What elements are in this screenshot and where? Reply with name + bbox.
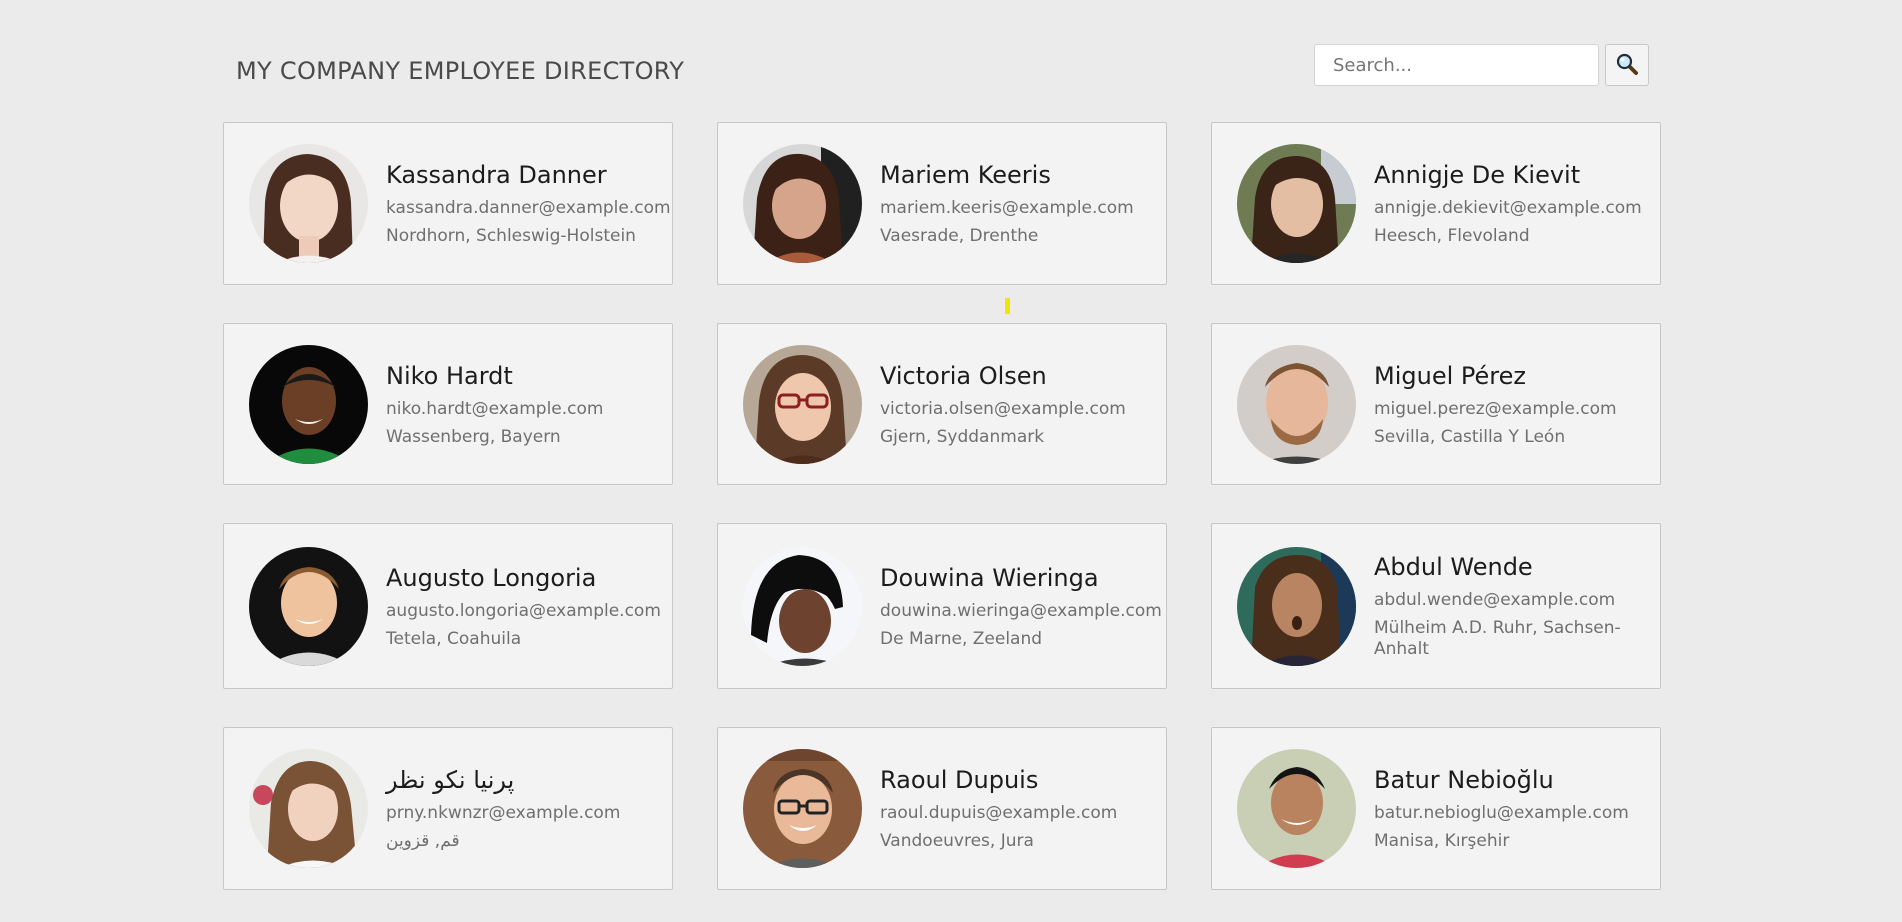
employee-card[interactable]: پرنیا نکو نظر prny.nkwnzr@example.com قم… bbox=[223, 727, 673, 890]
employee-card[interactable]: Niko Hardt niko.hardt@example.com Wassen… bbox=[223, 323, 673, 485]
employee-card[interactable]: Abdul Wende abdul.wende@example.com Mülh… bbox=[1211, 523, 1661, 689]
employee-email: prny.nkwnzr@example.com bbox=[386, 803, 621, 823]
employee-location: Vaesrade, Drenthe bbox=[880, 226, 1039, 246]
avatar bbox=[1237, 546, 1356, 666]
employee-card[interactable]: Kassandra Danner kassandra.danner@exampl… bbox=[223, 122, 673, 285]
employee-name: Kassandra Danner bbox=[386, 161, 607, 189]
page-title: MY COMPANY EMPLOYEE DIRECTORY bbox=[236, 57, 685, 85]
employee-location: Gjern, Syddanmark bbox=[880, 426, 1045, 447]
employee-name: Abdul Wende bbox=[1374, 553, 1533, 581]
employee-info: Annigje De Kievit annigje.dekievit@examp… bbox=[1374, 160, 1652, 247]
employee-email: victoria.olsen@example.com bbox=[880, 398, 1126, 419]
employee-info: Raoul Dupuis raoul.dupuis@example.com Va… bbox=[880, 765, 1127, 852]
avatar bbox=[249, 749, 368, 868]
employee-location: De Marne, Zeeland bbox=[880, 628, 1043, 649]
avatar bbox=[1237, 749, 1356, 868]
employee-email: augusto.longoria@example.com bbox=[386, 600, 661, 621]
employee-info: پرنیا نکو نظر prny.nkwnzr@example.com قم… bbox=[386, 765, 630, 852]
employee-email: raoul.dupuis@example.com bbox=[880, 803, 1118, 823]
employee-location: Mülheim A.D. Ruhr, Sachsen-Anhalt bbox=[1374, 618, 1621, 659]
employee-email: annigje.dekievit@example.com bbox=[1374, 198, 1642, 218]
employee-name: Miguel Pérez bbox=[1374, 361, 1526, 390]
employee-name: Raoul Dupuis bbox=[880, 766, 1039, 794]
employee-info: Batur Nebioğlu batur.nebioglu@example.co… bbox=[1374, 765, 1639, 852]
employee-name: Mariem Keeris bbox=[880, 161, 1051, 189]
employee-card[interactable]: Batur Nebioğlu batur.nebioglu@example.co… bbox=[1211, 727, 1661, 890]
avatar bbox=[743, 546, 862, 666]
avatar bbox=[249, 144, 368, 263]
magnifier-icon bbox=[1615, 52, 1639, 79]
avatar bbox=[1237, 344, 1356, 464]
employee-location: Vandoeuvres, Jura bbox=[880, 831, 1034, 851]
employee-location: Wassenberg, Bayern bbox=[386, 426, 561, 447]
employee-card[interactable]: Mariem Keeris mariem.keeris@example.com … bbox=[717, 122, 1167, 285]
employee-email: douwina.wieringa@example.com bbox=[880, 600, 1162, 621]
employee-grid: Kassandra Danner kassandra.danner@exampl… bbox=[223, 122, 1661, 890]
employee-info: Mariem Keeris mariem.keeris@example.com … bbox=[880, 160, 1144, 247]
employee-card[interactable]: Augusto Longoria augusto.longoria@exampl… bbox=[223, 523, 673, 689]
avatar bbox=[743, 144, 862, 263]
employee-name: Batur Nebioğlu bbox=[1374, 766, 1554, 794]
employee-info: Douwina Wieringa douwina.wieringa@exampl… bbox=[880, 563, 1166, 650]
employee-email: niko.hardt@example.com bbox=[386, 398, 604, 419]
employee-card[interactable]: Annigje De Kievit annigje.dekievit@examp… bbox=[1211, 122, 1661, 285]
employee-email: abdul.wende@example.com bbox=[1374, 590, 1616, 610]
avatar bbox=[249, 344, 368, 464]
employee-name: Annigje De Kievit bbox=[1374, 161, 1581, 189]
employee-name: Augusto Longoria bbox=[386, 563, 597, 592]
employee-email: mariem.keeris@example.com bbox=[880, 198, 1134, 218]
employee-info: Kassandra Danner kassandra.danner@exampl… bbox=[386, 160, 672, 247]
employee-email: batur.nebioglu@example.com bbox=[1374, 803, 1629, 823]
employee-card[interactable]: Miguel Pérez miguel.perez@example.com Se… bbox=[1211, 323, 1661, 485]
employee-card[interactable]: Victoria Olsen victoria.olsen@example.co… bbox=[717, 323, 1167, 485]
employee-info: Victoria Olsen victoria.olsen@example.co… bbox=[880, 361, 1136, 448]
employee-location: Tetela, Coahuila bbox=[386, 628, 522, 649]
employee-name: پرنیا نکو نظر bbox=[386, 766, 515, 794]
employee-name: Victoria Olsen bbox=[880, 361, 1047, 390]
employee-location: Manisa, Kırşehir bbox=[1374, 831, 1510, 851]
search-input[interactable] bbox=[1314, 44, 1599, 86]
search-bar bbox=[1314, 44, 1649, 86]
employee-name: Niko Hardt bbox=[386, 361, 513, 390]
employee-card[interactable]: Raoul Dupuis raoul.dupuis@example.com Va… bbox=[717, 727, 1167, 890]
avatar bbox=[249, 546, 368, 666]
employee-email: miguel.perez@example.com bbox=[1374, 398, 1617, 419]
employee-location: Heesch, Flevoland bbox=[1374, 226, 1530, 246]
search-button[interactable] bbox=[1605, 44, 1649, 86]
employee-location: Sevilla, Castilla Y León bbox=[1374, 426, 1566, 447]
employee-location: Nordhorn, Schleswig-Holstein bbox=[386, 226, 636, 246]
employee-location: قم, قزوین bbox=[386, 831, 460, 851]
avatar bbox=[743, 344, 862, 464]
employee-name: Douwina Wieringa bbox=[880, 563, 1099, 592]
employee-info: Augusto Longoria augusto.longoria@exampl… bbox=[386, 563, 671, 650]
employee-info: Miguel Pérez miguel.perez@example.com Se… bbox=[1374, 361, 1627, 448]
employee-info: Niko Hardt niko.hardt@example.com Wassen… bbox=[386, 361, 613, 448]
employee-info: Abdul Wende abdul.wende@example.com Mülh… bbox=[1374, 552, 1634, 660]
employee-card[interactable]: Douwina Wieringa douwina.wieringa@exampl… bbox=[717, 523, 1167, 689]
employee-email: kassandra.danner@example.com bbox=[386, 198, 671, 218]
avatar bbox=[1237, 144, 1356, 263]
avatar bbox=[743, 749, 862, 868]
